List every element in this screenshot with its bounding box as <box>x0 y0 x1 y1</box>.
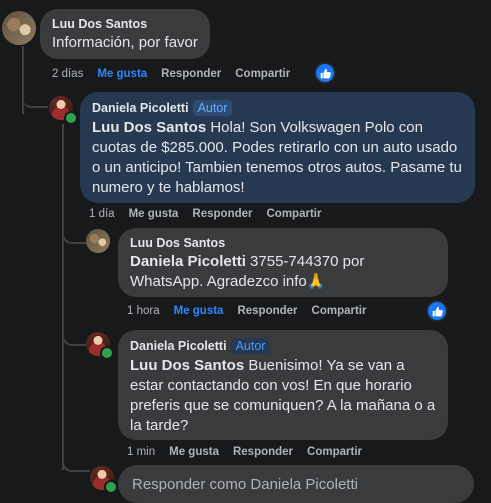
share-button[interactable]: Compartir <box>307 446 362 458</box>
comment-author[interactable]: Luu Dos Santos <box>52 17 198 31</box>
comment-bubble: Daniela Picoletti Autor Luu Dos Santos Bu… <box>118 330 448 440</box>
reply-button[interactable]: Responder <box>161 68 221 80</box>
comment-text: Información, por favor <box>52 34 198 51</box>
avatar[interactable] <box>2 11 36 45</box>
comment-time[interactable]: 2 días <box>52 68 83 80</box>
online-status-icon <box>100 346 114 360</box>
comment-author[interactable]: Daniela Picoletti <box>130 339 227 353</box>
comment-actions: 1 hora Me gusta Responder Compartir <box>127 305 366 317</box>
avatar[interactable] <box>86 229 110 253</box>
comment-actions: 2 días Me gusta Responder Compartir <box>52 68 290 80</box>
comment-time[interactable]: 1 día <box>89 208 115 220</box>
reply-input[interactable] <box>118 465 474 503</box>
mention-link[interactable]: Luu Dos Santos <box>92 119 206 136</box>
like-button[interactable]: Me gusta <box>97 68 147 80</box>
author-badge: Autor <box>192 100 233 116</box>
comment-author[interactable]: Luu Dos Santos <box>130 236 436 250</box>
like-icon[interactable] <box>428 302 446 320</box>
thread-connector <box>62 448 90 472</box>
comment-text: Daniela Picoletti 3755-744370 por WhatsA… <box>130 253 365 290</box>
share-button[interactable]: Compartir <box>235 68 290 80</box>
comment-text: Luu Dos Santos Buenisimo! Ya se van a es… <box>130 357 436 434</box>
comment-author[interactable]: Daniela Picoletti <box>92 101 189 115</box>
reply-button[interactable]: Responder <box>233 446 293 458</box>
comment-time[interactable]: 1 hora <box>127 305 160 317</box>
like-icon[interactable] <box>316 64 334 82</box>
thread-line <box>62 124 64 470</box>
comment-time[interactable]: 1 min <box>127 446 155 458</box>
mention-link[interactable]: Luu Dos Santos <box>130 357 244 374</box>
share-button[interactable]: Compartir <box>312 305 367 317</box>
like-button[interactable]: Me gusta <box>169 446 219 458</box>
comment-actions: 1 día Me gusta Responder Compartir <box>89 208 321 220</box>
like-button[interactable]: Me gusta <box>174 305 224 317</box>
comment-bubble: Luu Dos Santos Daniela Picoletti 3755-74… <box>118 228 448 297</box>
author-badge: Autor <box>230 338 271 354</box>
online-status-icon <box>104 480 118 494</box>
comment-actions: 1 min Me gusta Responder Compartir <box>127 446 362 458</box>
comment-bubble: Daniela Picoletti Autor Luu Dos Santos Ho… <box>80 92 475 203</box>
thread-connector <box>62 218 86 244</box>
like-button[interactable]: Me gusta <box>129 208 179 220</box>
comment-bubble: Luu Dos Santos Información, por favor <box>40 9 210 59</box>
thread-connector <box>22 80 48 108</box>
online-status-icon <box>64 111 78 125</box>
thread-connector <box>62 320 86 346</box>
reply-button[interactable]: Responder <box>237 305 297 317</box>
comment-text: Luu Dos Santos Hola! Son Volkswagen Polo… <box>92 119 462 196</box>
share-button[interactable]: Compartir <box>267 208 322 220</box>
reply-button[interactable]: Responder <box>192 208 252 220</box>
mention-link[interactable]: Daniela Picoletti <box>130 253 246 270</box>
